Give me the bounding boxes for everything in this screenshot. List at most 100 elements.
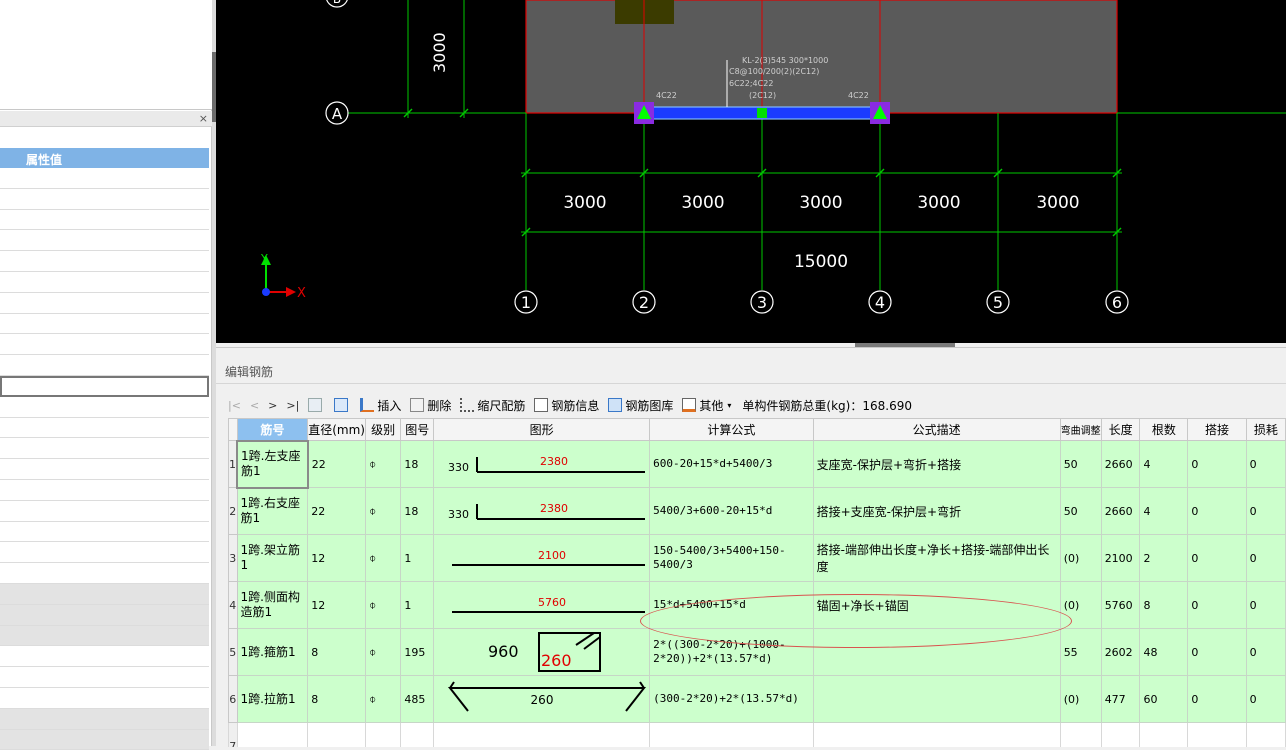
cell-formula-desc[interactable]: 支座宽-保护层+弯折+搭接: [812, 440, 1061, 488]
cell-grade[interactable]: ⌽: [364, 487, 402, 535]
prev-record-button[interactable]: <: [250, 399, 259, 412]
close-icon[interactable]: ×: [199, 111, 208, 127]
property-row[interactable]: [0, 396, 209, 418]
cell-diameter[interactable]: 12: [307, 581, 366, 629]
cell-formula[interactable]: 150-5400/3+5400+150-5400/3: [649, 534, 814, 582]
cell-length[interactable]: 477: [1100, 675, 1141, 723]
property-row[interactable]: [0, 251, 209, 272]
cell-lap[interactable]: 0: [1187, 534, 1247, 582]
cell-grade[interactable]: [364, 722, 402, 747]
rebar-library-button[interactable]: 钢筋图库: [608, 397, 673, 414]
property-group-row[interactable]: [0, 604, 209, 626]
column-header-grade[interactable]: 级别: [364, 418, 402, 441]
property-row[interactable]: [0, 563, 209, 584]
cell-shape[interactable]: 330 2380: [433, 440, 651, 488]
cell-length[interactable]: 2660: [1100, 440, 1141, 488]
column-header-shape[interactable]: 图形: [433, 418, 651, 441]
cell-diameter[interactable]: 12: [307, 534, 366, 582]
cell-diameter[interactable]: 8: [307, 675, 366, 723]
cell-loss[interactable]: 0: [1245, 440, 1286, 488]
cell-count[interactable]: [1139, 722, 1189, 747]
cell-grade[interactable]: ⌽: [364, 534, 402, 582]
property-group-row[interactable]: [0, 729, 209, 750]
cell-loss[interactable]: [1245, 722, 1286, 747]
cell-loss[interactable]: 0: [1245, 534, 1286, 582]
cell-lap[interactable]: 0: [1187, 675, 1247, 723]
cell-formula-desc[interactable]: [812, 628, 1061, 676]
cell-bend-adjust[interactable]: (0): [1059, 534, 1102, 582]
table-row[interactable]: 4 1跨.侧面构造筋1 12 ⌽ 1 5760 15*d+5400+15*d 锚…: [228, 581, 1286, 629]
column-header-length[interactable]: 长度: [1100, 418, 1141, 441]
cell-bar-no[interactable]: 1跨.侧面构造筋1: [236, 581, 309, 629]
property-row[interactable]: [0, 646, 209, 668]
cell-bend-adjust[interactable]: [1059, 722, 1102, 747]
next-record-button[interactable]: >: [268, 399, 277, 412]
property-row-selected[interactable]: [0, 375, 209, 397]
cell-figure-no[interactable]: 18: [400, 487, 435, 535]
property-row[interactable]: [0, 271, 209, 293]
delete-button[interactable]: 删除: [410, 397, 451, 414]
table-row[interactable]: 3 1跨.架立筋1 12 ⌽ 1 2100 150-5400/3+5400+15…: [228, 534, 1286, 582]
cell-count[interactable]: 4: [1139, 487, 1189, 535]
cell-bend-adjust[interactable]: 50: [1059, 440, 1102, 488]
cell-bar-no[interactable]: 1跨.箍筋1: [236, 628, 309, 676]
cell-bar-no[interactable]: 1跨.左支座筋1: [236, 439, 309, 489]
cell-lap[interactable]: 0: [1187, 487, 1247, 535]
property-row[interactable]: [0, 479, 209, 501]
cell-loss[interactable]: 0: [1245, 675, 1286, 723]
cell-shape[interactable]: 960 260: [433, 628, 651, 676]
table-row[interactable]: 2 1跨.右支座筋1 22 ⌽ 18 330 2380 5400/3+600-20…: [228, 487, 1286, 535]
cell-length[interactable]: 5760: [1100, 581, 1141, 629]
cell-lap[interactable]: 0: [1187, 581, 1247, 629]
cell-lap[interactable]: 0: [1187, 440, 1247, 488]
cell-count[interactable]: 60: [1139, 675, 1189, 723]
cell-formula[interactable]: (300-2*20)+2*(13.57*d): [649, 675, 814, 723]
column-header-formula-desc[interactable]: 公式描述: [812, 418, 1061, 441]
cell-count[interactable]: 8: [1139, 581, 1189, 629]
cell-grade[interactable]: ⌽: [364, 675, 402, 723]
cell-loss[interactable]: 0: [1245, 487, 1286, 535]
table-row[interactable]: 1 1跨.左支座筋1 22 ⌽ 18 330 2380 600-20+15*d+5…: [228, 439, 1286, 489]
cell-lap[interactable]: [1187, 722, 1247, 747]
cell-length[interactable]: 2602: [1100, 628, 1141, 676]
cell-figure-no[interactable]: 195: [400, 628, 435, 676]
cell-shape[interactable]: [433, 722, 651, 747]
cell-grade[interactable]: ⌽: [364, 628, 402, 676]
cell-formula-desc[interactable]: 锚固+净长+锚固: [812, 581, 1061, 629]
property-row[interactable]: [0, 542, 209, 564]
property-row[interactable]: [0, 667, 209, 688]
property-row[interactable]: [0, 459, 209, 480]
cell-shape[interactable]: 260: [433, 675, 651, 723]
cell-formula[interactable]: 600-20+15*d+5400/3: [649, 440, 814, 488]
cell-formula[interactable]: 5400/3+600-20+15*d: [649, 487, 814, 535]
property-row[interactable]: [0, 292, 209, 314]
property-row[interactable]: [0, 500, 209, 522]
column-header-formula[interactable]: 计算公式: [649, 418, 814, 441]
table-row[interactable]: 6 1跨.拉筋1 8 ⌽ 485 260 (300-2*20)+2*(13.57…: [228, 675, 1286, 723]
cell-formula[interactable]: [649, 722, 814, 747]
property-row[interactable]: [0, 313, 209, 335]
column-header-loss[interactable]: 损耗: [1245, 418, 1286, 441]
cell-count[interactable]: 2: [1139, 534, 1189, 582]
cell-figure-no[interactable]: 1: [400, 581, 435, 629]
property-row[interactable]: [0, 438, 209, 460]
cell-count[interactable]: 4: [1139, 440, 1189, 488]
property-row[interactable]: [0, 521, 209, 543]
cell-diameter[interactable]: 22: [307, 487, 366, 535]
cell-bar-no[interactable]: 1跨.架立筋1: [236, 534, 309, 582]
cell-shape[interactable]: 2100: [433, 534, 651, 582]
property-row[interactable]: [0, 355, 209, 376]
property-row[interactable]: [0, 687, 209, 709]
cell-length[interactable]: 2660: [1100, 487, 1141, 535]
cell-diameter[interactable]: [307, 722, 366, 747]
cell-formula-desc[interactable]: [812, 722, 1061, 747]
cell-length[interactable]: [1100, 722, 1141, 747]
cell-diameter[interactable]: 8: [307, 628, 366, 676]
cell-shape[interactable]: 330 2380: [433, 487, 651, 535]
cell-loss[interactable]: 0: [1245, 628, 1286, 676]
property-row[interactable]: [0, 334, 209, 356]
property-row[interactable]: [0, 417, 209, 439]
cell-count[interactable]: 48: [1139, 628, 1189, 676]
cell-bend-adjust[interactable]: 55: [1059, 628, 1102, 676]
property-row[interactable]: [0, 168, 209, 189]
